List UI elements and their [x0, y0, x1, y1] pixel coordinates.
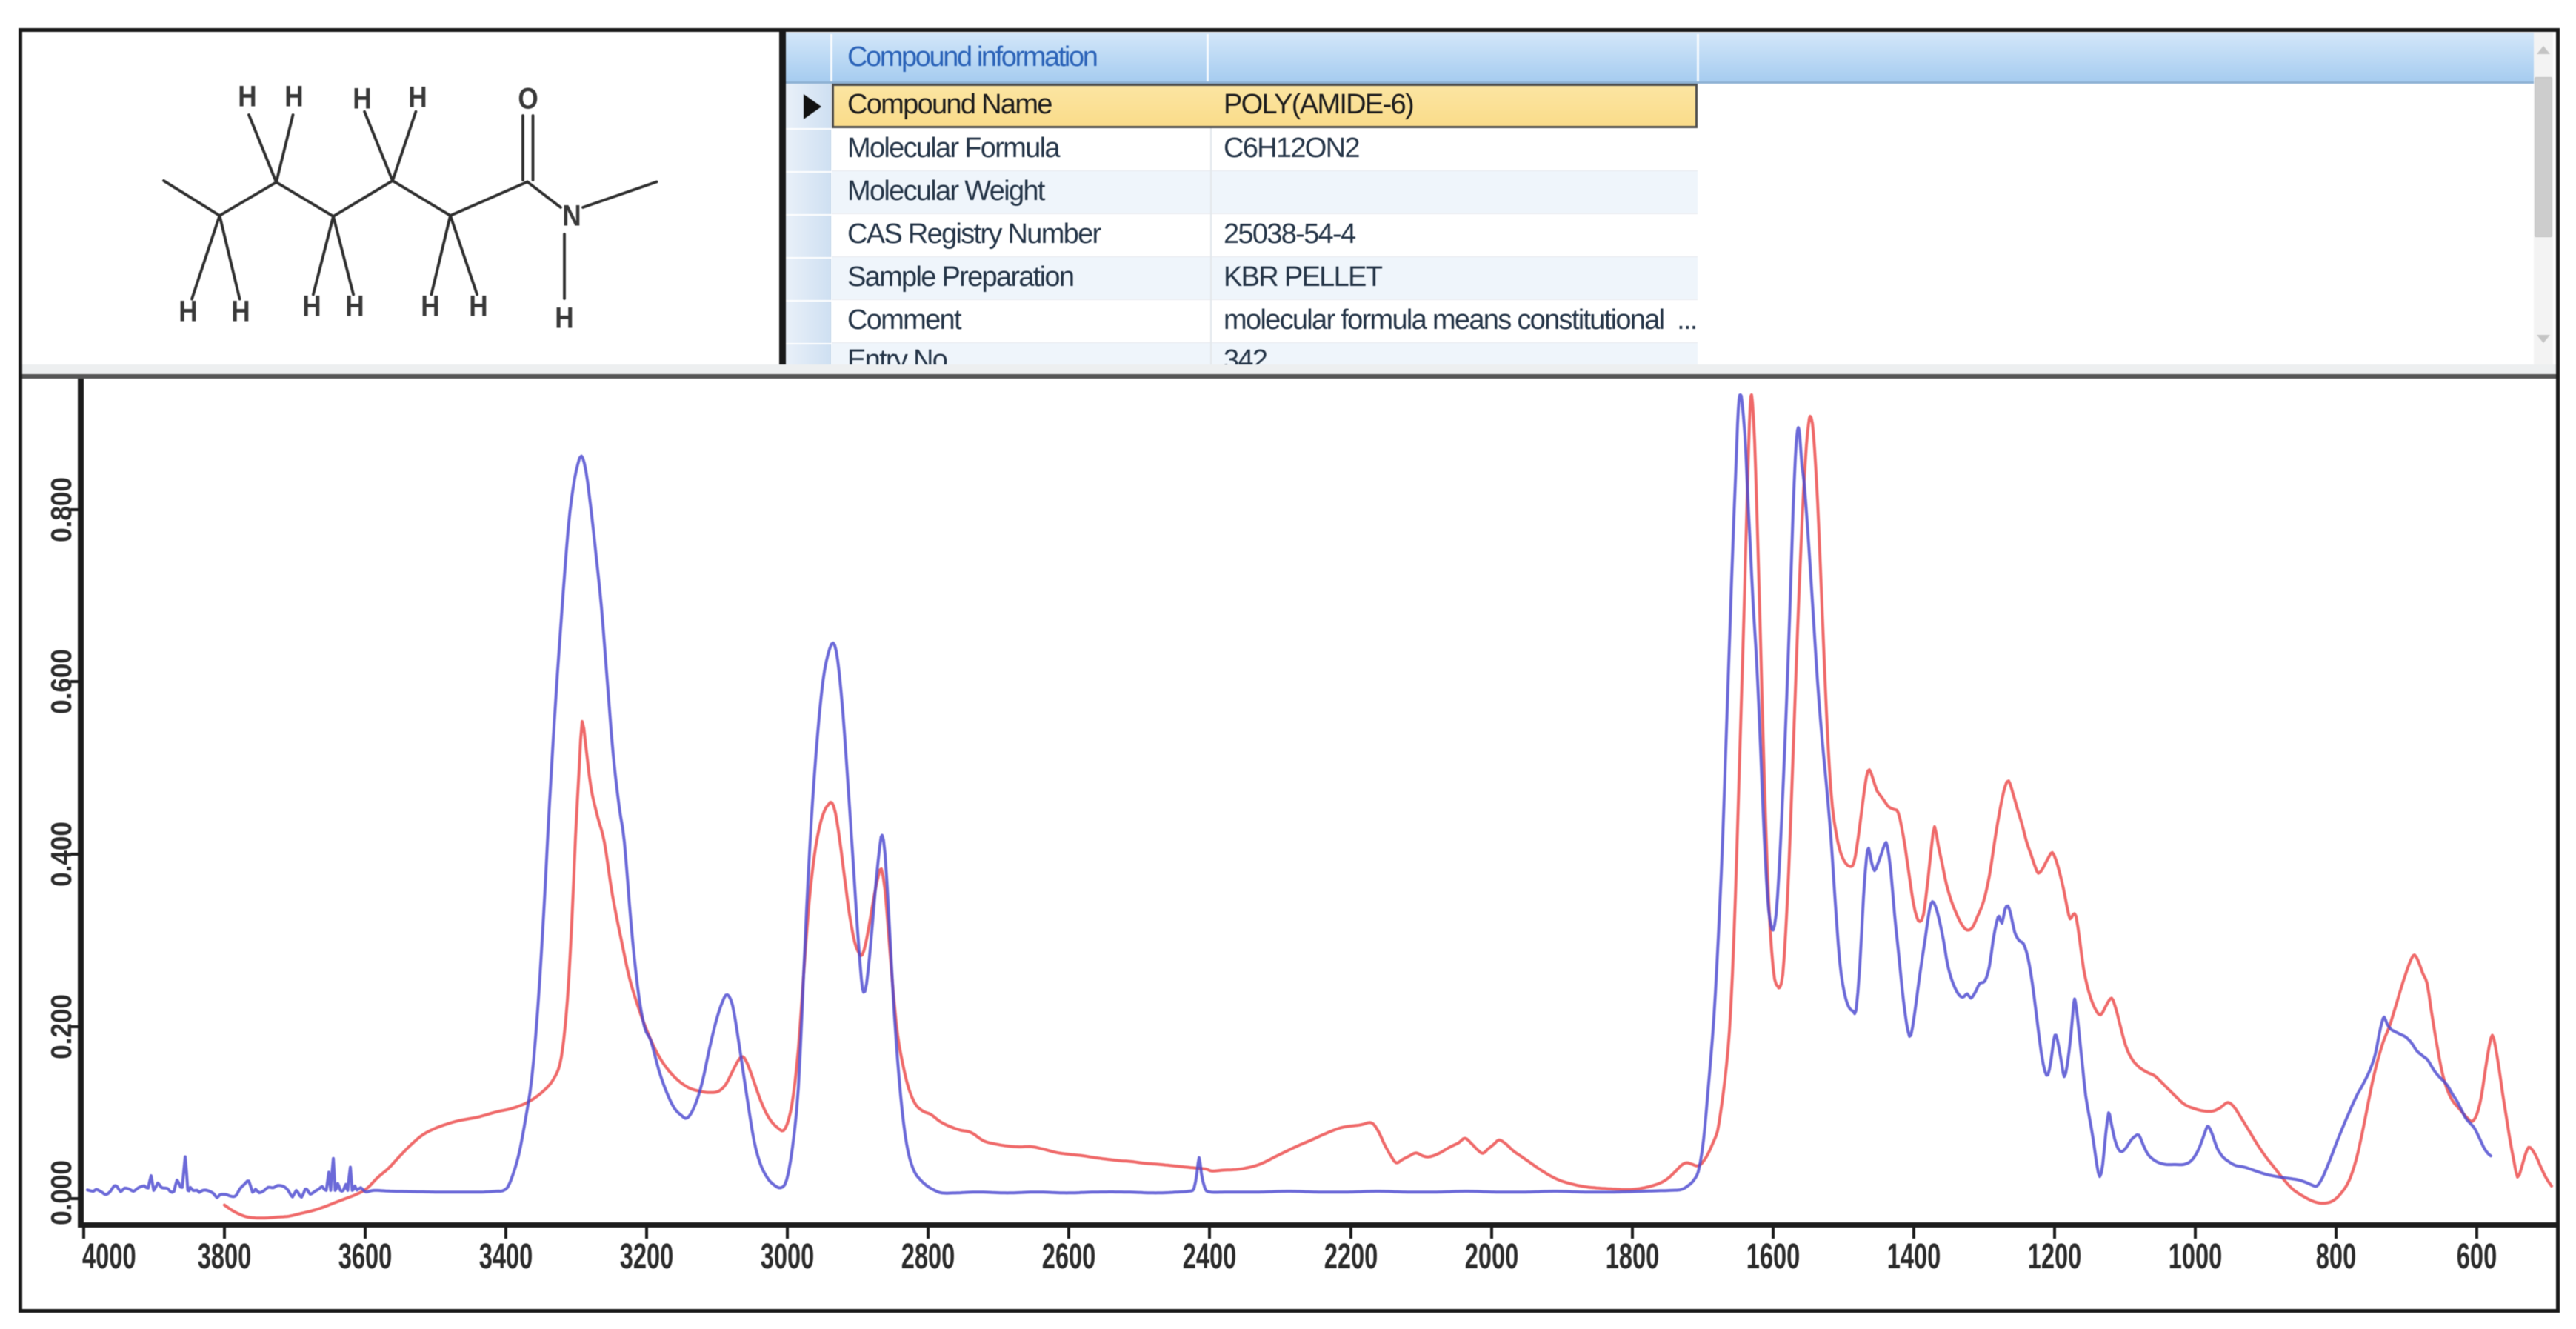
svg-text:H: H [421, 289, 439, 322]
svg-text:3800: 3800 [198, 1236, 252, 1276]
svg-text:H: H [555, 301, 573, 334]
svg-text:H: H [284, 79, 303, 113]
svg-text:1400: 1400 [1887, 1236, 1941, 1276]
svg-text:H: H [231, 294, 250, 327]
svg-text:H: H [353, 81, 371, 115]
svg-text:2200: 2200 [1324, 1236, 1378, 1276]
svg-text:H: H [178, 294, 197, 327]
svg-text:0.600: 0.600 [44, 649, 77, 714]
svg-text:2000: 2000 [1465, 1236, 1519, 1276]
svg-text:3600: 3600 [338, 1236, 393, 1276]
svg-text:1600: 1600 [1746, 1236, 1801, 1276]
svg-text:3200: 3200 [620, 1236, 674, 1276]
svg-text:0.000: 0.000 [44, 1160, 77, 1225]
svg-text:3400: 3400 [479, 1236, 533, 1276]
svg-text:1000: 1000 [2169, 1236, 2223, 1276]
svg-text:600: 600 [2457, 1236, 2497, 1276]
svg-text:0.200: 0.200 [44, 994, 77, 1059]
svg-text:4000: 4000 [82, 1236, 136, 1276]
svg-text:1200: 1200 [2028, 1236, 2082, 1276]
svg-text:0.400: 0.400 [44, 822, 77, 887]
svg-text:2600: 2600 [1042, 1236, 1096, 1276]
svg-text:3000: 3000 [761, 1236, 815, 1276]
svg-text:H: H [408, 80, 427, 113]
svg-text:1800: 1800 [1606, 1236, 1660, 1276]
svg-text:O: O [518, 81, 538, 115]
svg-text:800: 800 [2316, 1236, 2356, 1276]
svg-text:2800: 2800 [901, 1236, 955, 1276]
svg-text:2400: 2400 [1183, 1236, 1237, 1276]
svg-text:H: H [238, 79, 256, 113]
svg-text:N: N [562, 199, 581, 232]
svg-text:H: H [469, 289, 487, 322]
svg-text:0.800: 0.800 [44, 477, 77, 542]
svg-text:H: H [345, 289, 364, 322]
svg-text:H: H [302, 289, 321, 322]
